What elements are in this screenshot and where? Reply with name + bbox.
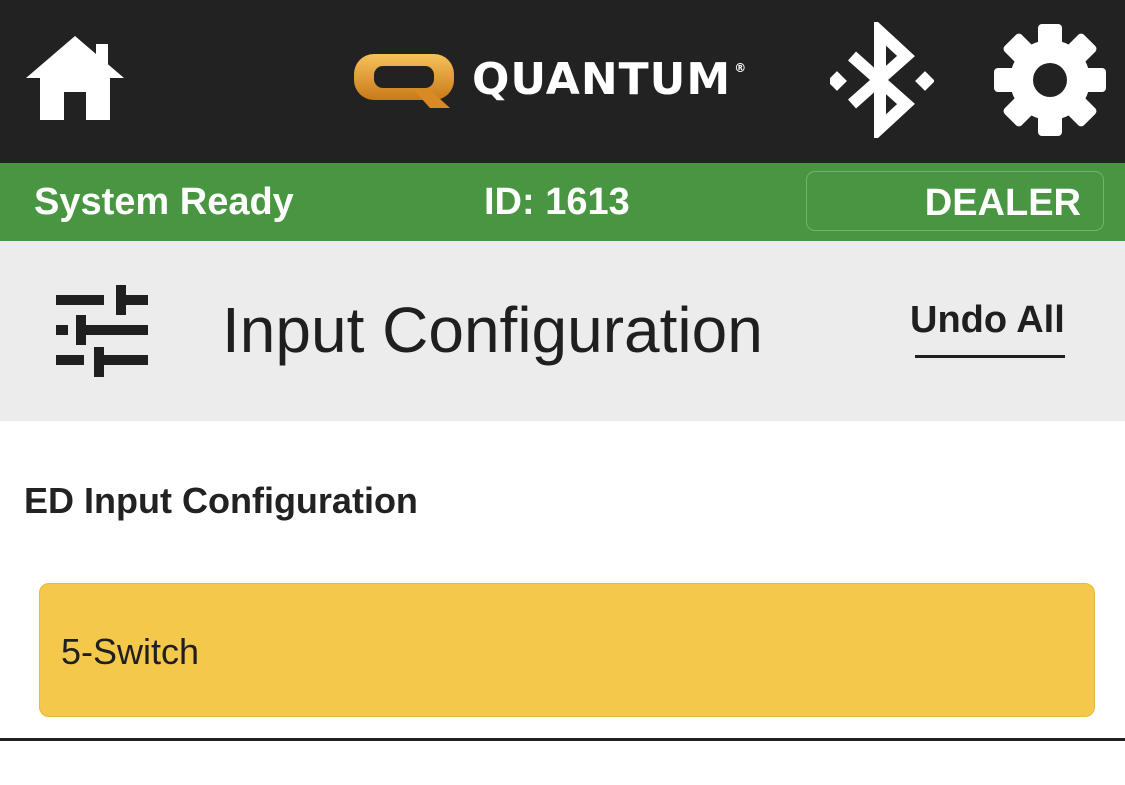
home-button[interactable] bbox=[24, 34, 126, 122]
bluetooth-button[interactable] bbox=[827, 18, 935, 142]
undo-all-underline bbox=[915, 355, 1065, 358]
logo-wordmark: QUANTUM ® bbox=[472, 54, 747, 105]
page-title: Input Configuration bbox=[222, 294, 763, 366]
system-status-text: System Ready bbox=[34, 181, 294, 223]
registered-mark: ® bbox=[734, 61, 748, 76]
ed-input-config-select[interactable]: 5-Switch bbox=[39, 583, 1095, 717]
selected-value: 5-Switch bbox=[61, 631, 200, 672]
page-header: Input Configuration Undo All bbox=[0, 241, 1125, 421]
dealer-mode-label: DEALER bbox=[924, 182, 1081, 224]
gear-icon bbox=[994, 24, 1106, 136]
logo-text: QUANTUM bbox=[472, 54, 732, 105]
bluetooth-icon bbox=[827, 18, 935, 142]
device-id-text: ID: 1613 bbox=[484, 181, 630, 223]
settings-button[interactable] bbox=[992, 22, 1108, 138]
status-bar: System Ready ID: 1613 DEALER bbox=[0, 163, 1125, 241]
sliders-icon bbox=[56, 285, 148, 377]
home-icon bbox=[26, 36, 124, 120]
divider bbox=[0, 738, 1125, 741]
dealer-mode-button[interactable]: DEALER bbox=[806, 171, 1104, 231]
quantum-logo: QUANTUM ® bbox=[350, 50, 780, 112]
top-app-bar: QUANTUM ® bbox=[0, 0, 1125, 163]
section-title: ED Input Configuration bbox=[24, 480, 418, 521]
quantum-q-emblem bbox=[354, 54, 454, 108]
undo-all-button[interactable]: Undo All bbox=[910, 299, 1070, 365]
undo-all-label: Undo All bbox=[910, 299, 1065, 341]
